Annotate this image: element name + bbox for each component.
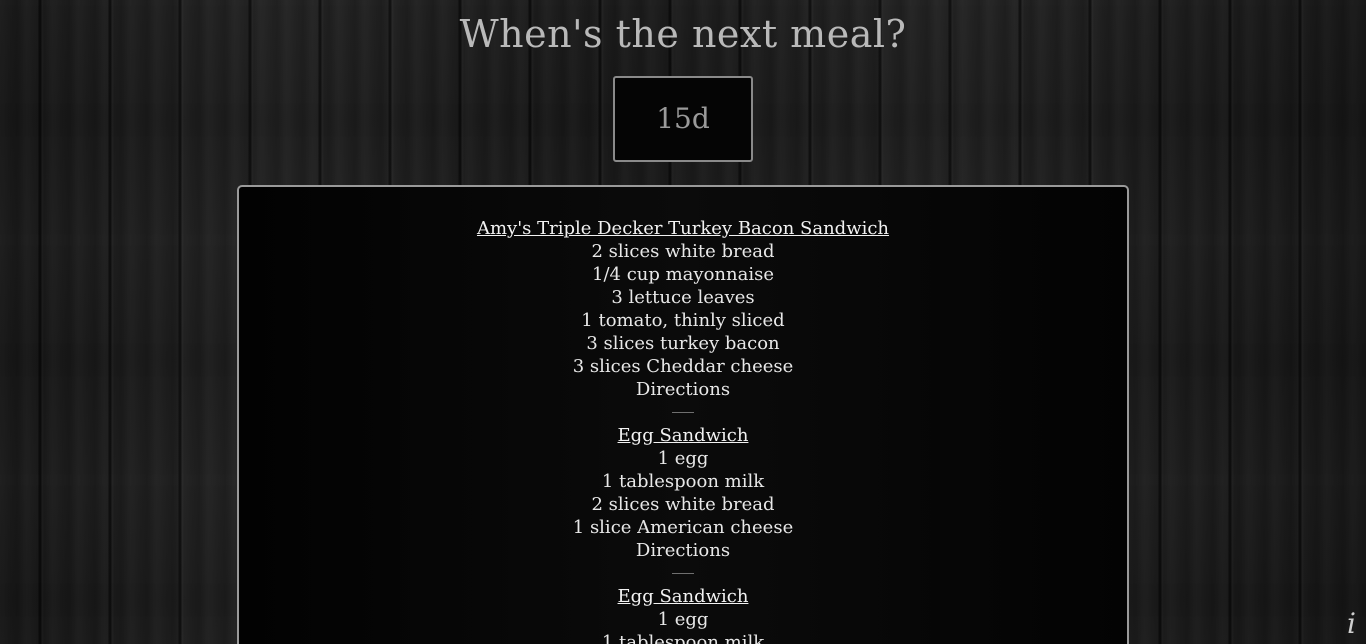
ingredient-line: 1 egg (657, 448, 709, 469)
ingredient-line: 3 slices Cheddar cheese (572, 356, 794, 377)
ingredient-line: 1 slice American cheese (572, 517, 794, 538)
ingredient-line: 2 slices white bread (591, 494, 775, 515)
ingredient-line: 1 tablespoon milk (601, 632, 765, 644)
ingredient-line: 1 egg (657, 609, 709, 630)
recipe-item: Egg Sandwich 1 egg 1 tablespoon milk 2 s… (239, 424, 1127, 574)
ingredient-line: 1/4 cup mayonnaise (592, 264, 774, 285)
recipe-panel: Amy's Triple Decker Turkey Bacon Sandwic… (237, 185, 1129, 644)
page-title: When's the next meal? (459, 12, 907, 56)
directions-label: Directions (635, 379, 731, 400)
recipe-title-link[interactable]: Amy's Triple Decker Turkey Bacon Sandwic… (239, 217, 1127, 240)
recipe-item: Egg Sandwich 1 egg 1 tablespoon milk (239, 585, 1127, 644)
recipe-item: Amy's Triple Decker Turkey Bacon Sandwic… (239, 217, 1127, 413)
ingredient-line: 3 slices turkey bacon (586, 333, 780, 354)
recipe-list: Amy's Triple Decker Turkey Bacon Sandwic… (239, 187, 1127, 644)
recipe-title-link[interactable]: Egg Sandwich (239, 585, 1127, 608)
recipe-divider (672, 412, 694, 413)
recipe-divider (672, 573, 694, 574)
ingredient-line: 3 lettuce leaves (611, 287, 755, 308)
countdown-display: 15d (613, 76, 753, 162)
ingredient-line: 1 tablespoon milk (601, 471, 765, 492)
recipe-title-link[interactable]: Egg Sandwich (239, 424, 1127, 447)
directions-label: Directions (635, 540, 731, 561)
ingredient-line: 1 tomato, thinly sliced (581, 310, 785, 331)
info-icon[interactable]: i (1347, 607, 1356, 640)
ingredient-line: 2 slices white bread (591, 241, 775, 262)
